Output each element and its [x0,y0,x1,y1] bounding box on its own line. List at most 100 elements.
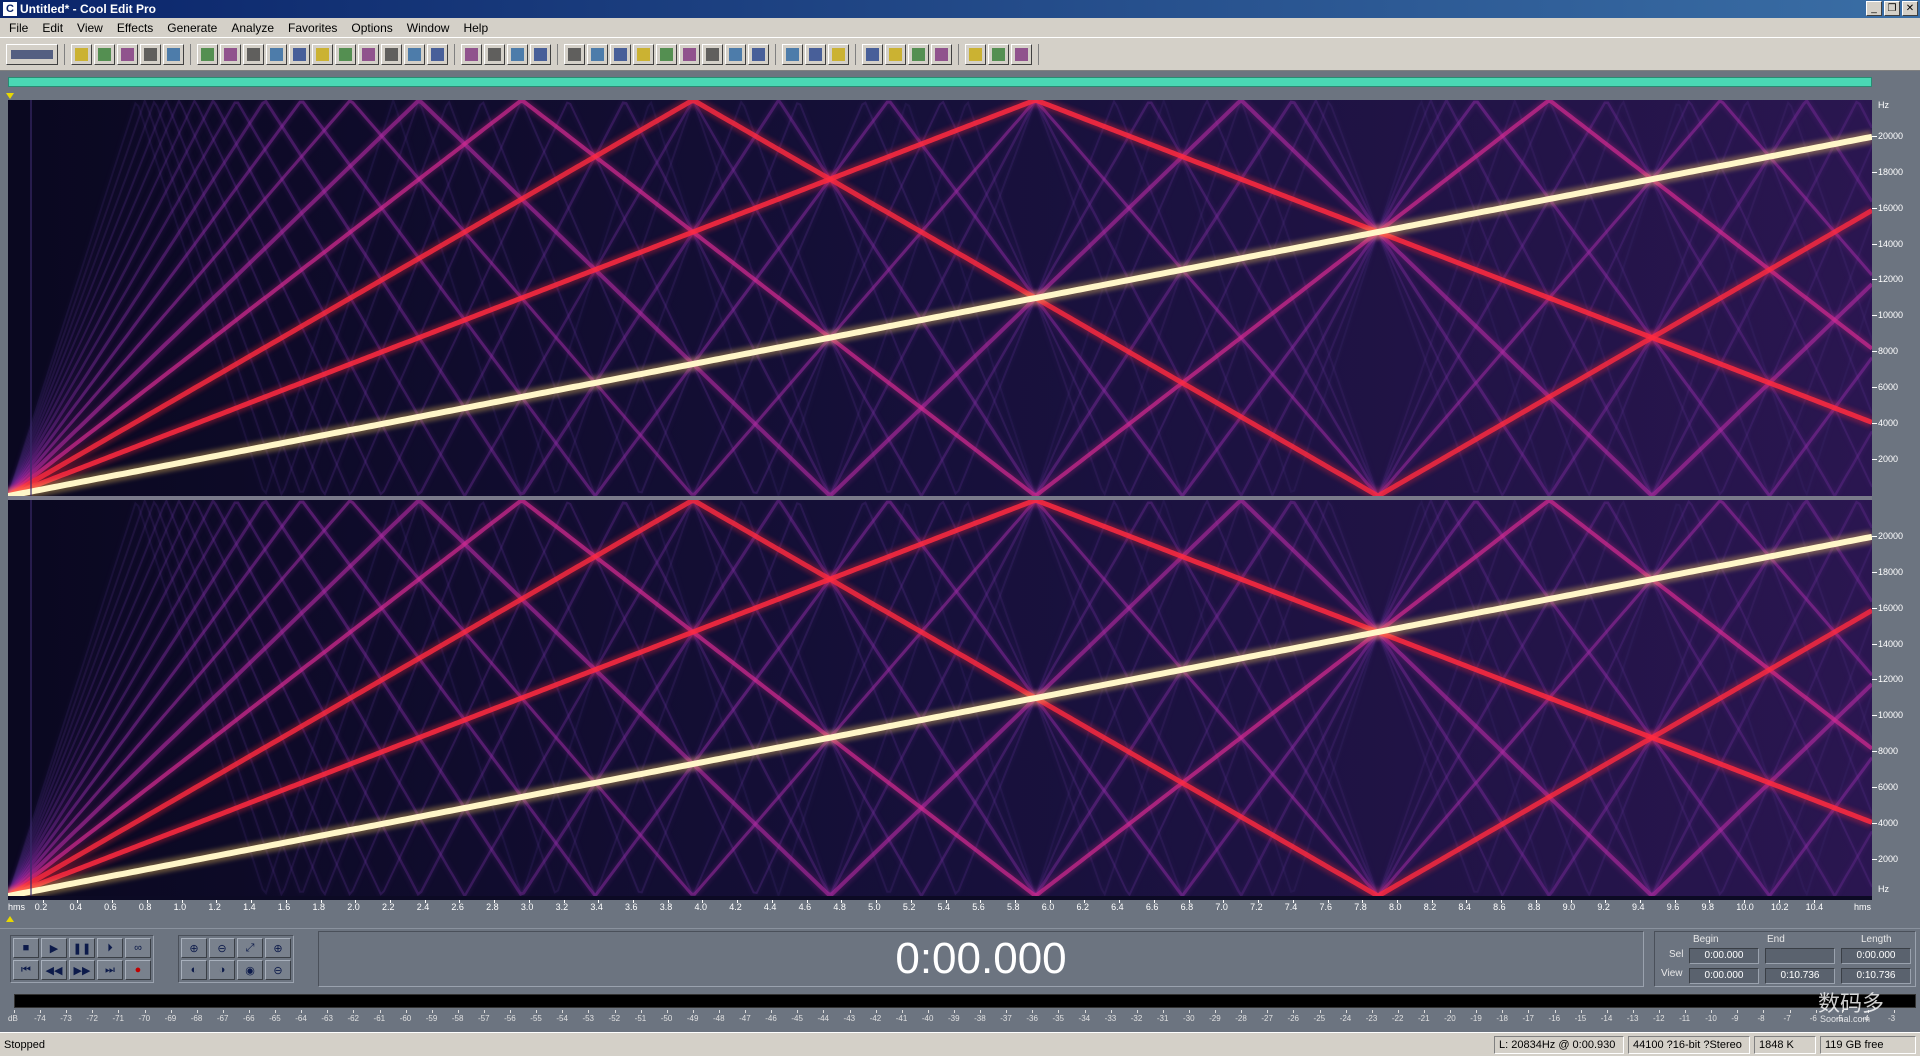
app-icon: C [3,2,17,16]
zoom-sel-button[interactable]: ◉ [237,960,263,980]
minimize-button[interactable]: _ [1866,1,1882,16]
mix-paste-button[interactable] [381,43,402,65]
brush-2-button[interactable] [885,43,906,65]
open-file-button[interactable] [94,43,115,65]
copy-button[interactable] [266,43,287,65]
menu-edit[interactable]: Edit [35,21,70,35]
rewind-button[interactable]: ◀◀ [41,960,67,980]
paste-button[interactable] [335,43,356,65]
waveform-toggle-button[interactable] [6,43,58,65]
menu-window[interactable]: Window [400,21,457,35]
zoom-left-button[interactable]: ◐ [181,960,207,980]
save-as-button[interactable] [140,43,161,65]
edit-cue-button[interactable] [484,43,505,65]
new-file-button[interactable] [71,43,92,65]
meter-tick-mark [170,1010,172,1013]
convert-button[interactable] [587,43,608,65]
view-end-field[interactable]: 0:10.736 [1765,968,1835,984]
zoom-full-button[interactable]: ⤢ [237,938,263,958]
meters-button[interactable] [725,43,746,65]
find-button[interactable] [427,43,448,65]
copy-new-button[interactable] [289,43,310,65]
stop-button[interactable]: ■ [13,938,39,958]
save-button[interactable] [117,43,138,65]
zoom-button[interactable] [656,43,677,65]
sel-length-field[interactable]: 0:00.000 [1841,948,1911,964]
help-button[interactable] [828,43,849,65]
view-length-field[interactable]: 0:10.736 [1841,968,1911,984]
properties-button[interactable] [782,43,803,65]
zoom-right-button[interactable]: ◑ [209,960,235,980]
menu-help[interactable]: Help [456,21,495,35]
restore-button[interactable]: ❐ [1884,1,1900,16]
brush-1-button[interactable] [862,43,883,65]
pause-button[interactable]: ❚❚ [69,938,95,958]
go-to-end-button[interactable]: ⏭ [97,960,123,980]
left-channel[interactable] [8,100,1872,496]
menu-favorites[interactable]: Favorites [281,21,344,35]
hz-tick-mark [1872,423,1877,425]
trim-button[interactable] [243,43,264,65]
menu-generate[interactable]: Generate [160,21,224,35]
hz-tick: 20000 [1872,131,1920,143]
hz-tick-mark [1872,243,1877,245]
start-marker-icon[interactable] [6,93,14,99]
spectral-view-button[interactable] [461,43,482,65]
zoom-in-h-button[interactable]: ⊕ [181,938,207,958]
close-button[interactable] [163,43,184,65]
hz-tick-label: 20000 [1878,130,1904,141]
zoom-in-v-button[interactable]: ⊕ [265,938,291,958]
close-button[interactable]: ✕ [1902,1,1918,16]
meter-tick-mark [1006,1010,1008,1013]
channel-mix-button[interactable] [507,43,528,65]
menu-analyze[interactable]: Analyze [224,21,281,35]
play-to-end-button[interactable]: ⏵ [97,938,123,958]
mix-both-button[interactable] [530,43,551,65]
overview-bar[interactable] [8,77,1872,87]
meter-tick-mark [510,1010,512,1013]
go-to-start-button[interactable]: ⏮ [13,960,39,980]
menu-effects[interactable]: Effects [110,21,160,35]
undo-button[interactable] [197,43,218,65]
script-3-button[interactable] [1011,43,1032,65]
menu-file[interactable]: File [2,21,35,35]
time-code-button[interactable] [679,43,700,65]
redo-button[interactable] [220,43,241,65]
script-1-button[interactable] [965,43,986,65]
end-marker-icon[interactable] [6,916,14,922]
brush-3-button[interactable] [908,43,929,65]
zoom-out-h-button[interactable]: ⊖ [209,938,235,958]
level-meter: dB -74 -73 -72 -71 -70 -69 -68 -67 -66 -65 -64 -63 -6… [0,990,1920,1032]
sel-end-field[interactable] [1765,948,1835,964]
right-channel[interactable] [8,500,1872,896]
play-button[interactable] [633,43,654,65]
repeat-button[interactable] [404,43,425,65]
menu-options[interactable]: Options [344,21,399,35]
rate-button[interactable] [610,43,631,65]
zoom-buttons: ⊕ ⊖ ⤢ ⊕ ◐ ◑ ◉ ⊖ [178,935,294,983]
time-ruler[interactable]: hms 0.2 0.4 0.6 0.8 1.0 1.2 1.4 1.6 1.8 2.0 2.2 2.4 2… [8,900,1872,914]
view-begin-field[interactable]: 0:00.000 [1689,968,1759,984]
cut-button[interactable] [312,43,333,65]
fast-forward-button[interactable]: ▶▶ [69,960,95,980]
spectral-display[interactable] [8,100,1872,900]
hz-tick: 18000 [1872,567,1920,579]
meter-tick-mark [301,1010,303,1013]
record-button[interactable]: ● [125,960,151,980]
meter-tick-label: -18 [1496,1014,1508,1023]
time-tick-label: 1.0 [173,902,187,912]
bits-button[interactable] [702,43,723,65]
brush-4-button[interactable] [931,43,952,65]
settings-button[interactable] [748,43,769,65]
paste-new-button[interactable] [358,43,379,65]
sel-begin-field[interactable]: 0:00.000 [1689,948,1759,964]
hz-tick-mark [1872,315,1877,317]
script-2-button[interactable] [988,43,1009,65]
help-search-button[interactable] [805,43,826,65]
meter-tick-mark [954,1010,955,1013]
insert-button[interactable] [564,43,585,65]
zoom-out-v-button[interactable]: ⊖ [265,960,291,980]
loop-button[interactable]: ∞ [125,938,151,958]
menu-view[interactable]: View [70,21,110,35]
play-button[interactable]: ▶ [41,938,67,958]
